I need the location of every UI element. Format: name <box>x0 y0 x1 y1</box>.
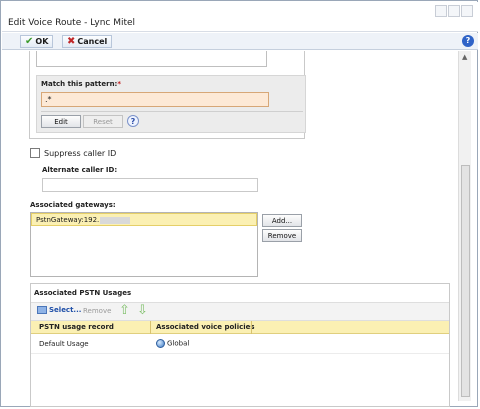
remove-usage-button[interactable]: Remove <box>83 307 111 315</box>
cancel-label: Cancel <box>77 37 108 46</box>
match-pattern-input[interactable]: .* <box>41 92 269 107</box>
scroll-up-icon[interactable]: ▲ <box>462 53 467 61</box>
minimize-button[interactable] <box>435 5 447 17</box>
scrollbar-thumb[interactable] <box>461 165 470 397</box>
pstn-toolbar: Select... Remove ⇧ ⇩ <box>31 302 449 321</box>
help-circle-icon[interactable]: ? <box>127 115 139 127</box>
suppress-caller-id-checkbox[interactable] <box>30 148 40 158</box>
toolbar: ✔ OK ✖ Cancel ? <box>2 33 478 50</box>
vertical-scrollbar[interactable]: ▲ <box>458 51 471 401</box>
down-arrow-icon[interactable]: ⇩ <box>137 303 148 318</box>
divider <box>41 111 303 112</box>
suppress-caller-id-label: Suppress caller ID <box>44 149 117 158</box>
column-header-usage-record[interactable]: PSTN usage record <box>39 323 114 331</box>
pstn-grid-header: PSTN usage record Associated voice polic… <box>31 321 449 334</box>
dialog-window: Edit Voice Route - Lync Mitel ✔ OK ✖ Can… <box>0 0 478 407</box>
select-icon <box>37 306 47 314</box>
required-mark: * <box>117 80 122 88</box>
policy-text: Global <box>167 339 190 348</box>
voice-policy-cell: Global <box>156 339 189 348</box>
window-controls <box>434 5 474 19</box>
match-pattern-label: Match this pattern:* <box>41 80 122 88</box>
cancel-button[interactable]: ✖ Cancel <box>62 35 113 48</box>
list-item[interactable]: PstnGateway:192. <box>31 213 257 226</box>
alternate-caller-id-input[interactable] <box>42 178 258 192</box>
window-title: Edit Voice Route - Lync Mitel <box>8 18 136 28</box>
title-bar: Edit Voice Route - Lync Mitel <box>2 2 478 32</box>
remove-gateway-button[interactable]: Remove <box>262 229 302 242</box>
column-header-voice-policies[interactable]: Associated voice policies <box>156 323 255 331</box>
select-label: Select... <box>49 306 82 314</box>
help-icon[interactable]: ? <box>462 35 474 47</box>
upper-input-field[interactable] <box>36 51 267 67</box>
globe-icon <box>156 339 165 348</box>
redacted-block <box>100 216 131 224</box>
checkmark-icon: ✔ <box>25 36 34 47</box>
match-pattern-panel: Match this pattern:* .* Edit Reset ? <box>36 75 306 133</box>
associated-gateways-label: Associated gateways: <box>30 201 116 209</box>
ok-button[interactable]: ✔ OK <box>20 35 54 48</box>
reset-button[interactable]: Reset <box>83 115 123 128</box>
column-divider <box>150 321 151 334</box>
form-content: Match this pattern:* .* Edit Reset ? Sup… <box>2 51 458 407</box>
close-window-button[interactable] <box>461 5 473 17</box>
up-arrow-icon[interactable]: ⇧ <box>119 303 130 318</box>
table-row[interactable]: Default Usage Global <box>31 334 449 354</box>
pstn-usages-title: Associated PSTN Usages <box>34 289 132 297</box>
pstn-usages-section: Associated PSTN Usages Select... Remove … <box>30 283 450 407</box>
alternate-caller-id-label: Alternate caller ID: <box>42 166 118 174</box>
column-divider <box>251 321 252 334</box>
usage-record-cell: Default Usage <box>39 340 89 348</box>
gateway-text: PstnGateway:192. <box>36 216 100 224</box>
edit-button[interactable]: Edit <box>41 115 81 128</box>
x-icon: ✖ <box>67 36 76 47</box>
add-gateway-button[interactable]: Add... <box>262 214 302 227</box>
select-button[interactable]: Select... <box>37 306 81 314</box>
maximize-button[interactable] <box>448 5 460 17</box>
pattern-box: Match this pattern:* .* Edit Reset ? <box>29 51 306 139</box>
ok-label: OK <box>35 37 49 46</box>
gateways-list[interactable]: PstnGateway:192. <box>30 212 258 277</box>
